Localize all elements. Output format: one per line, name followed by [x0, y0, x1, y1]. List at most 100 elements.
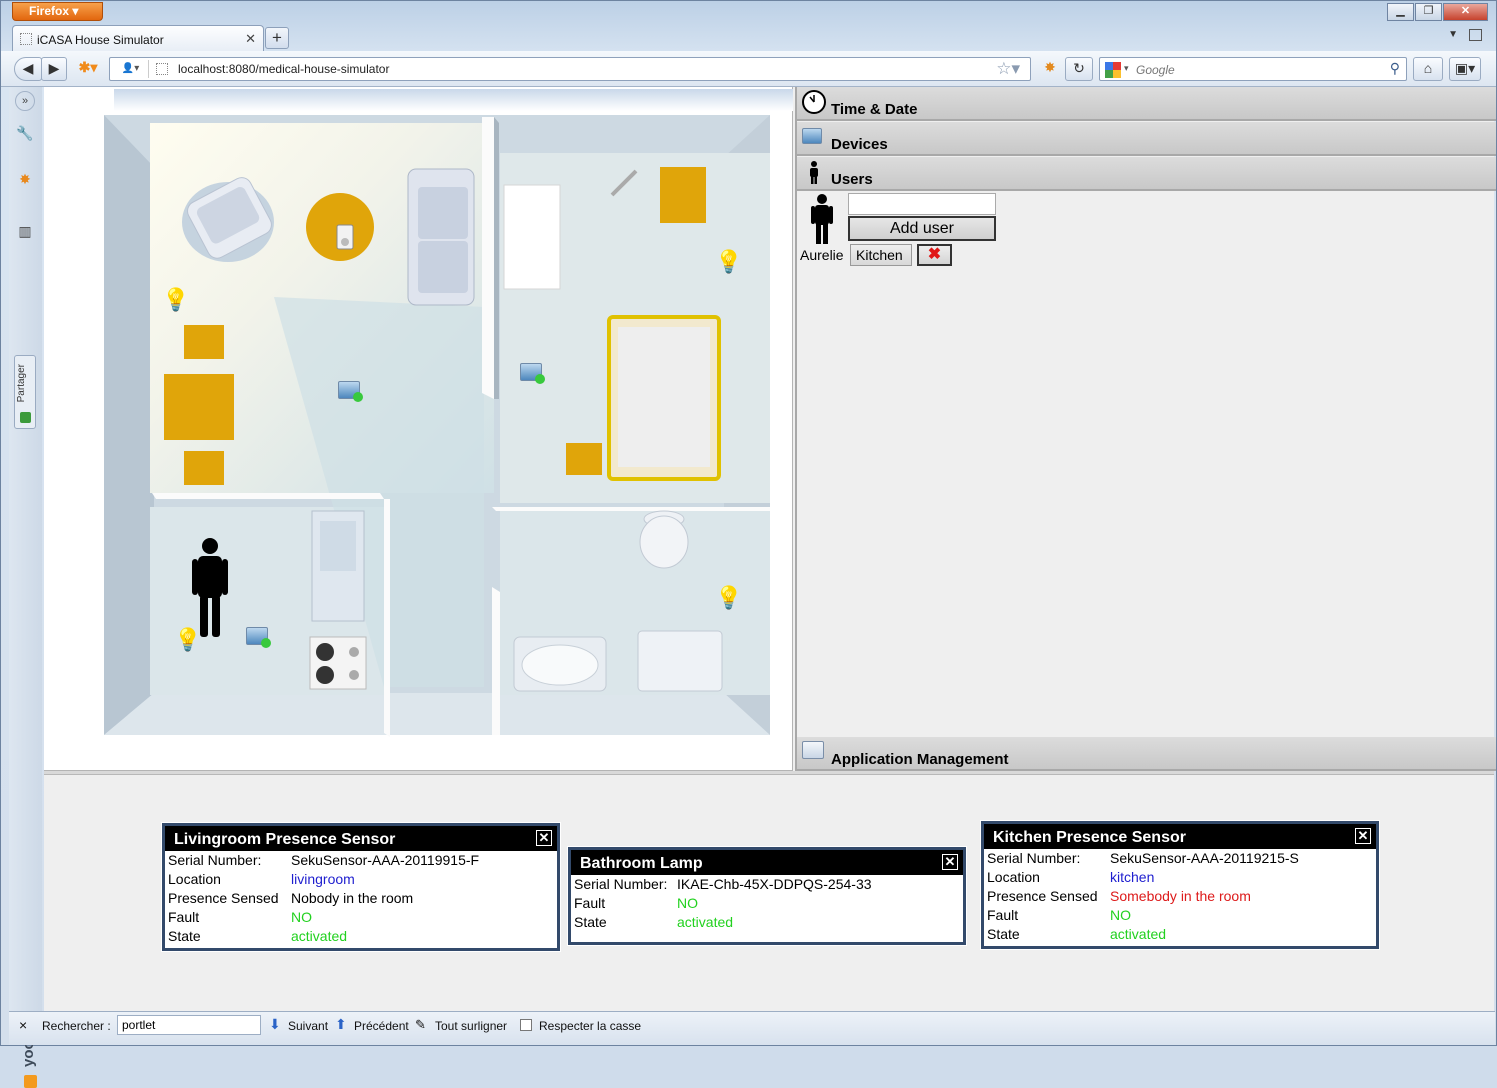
- accordion-users[interactable]: Users: [797, 157, 1496, 191]
- yoono-sidebar: » 🔧 ✸ ▥ Partager yoono: [9, 87, 42, 1088]
- new-user-input[interactable]: [848, 193, 996, 215]
- identity-button[interactable]: 👤▾: [113, 60, 149, 78]
- livingroom-sensor-popup: Livingroom Presence Sensor ✕ Serial Numb…: [161, 822, 561, 952]
- person-icon: [811, 194, 833, 244]
- match-case-checkbox[interactable]: [520, 1019, 532, 1031]
- forward-arrow-icon[interactable]: ▶: [41, 57, 67, 81]
- tab-bar: iCASA House Simulator ✕ + ▼: [1, 24, 1496, 51]
- device-icon[interactable]: [246, 627, 271, 648]
- section-title-time: Time & Date: [831, 101, 918, 118]
- row-key: Fault: [574, 895, 606, 911]
- row-value: activated: [1110, 926, 1167, 942]
- panel-toggle-icon[interactable]: ▥: [13, 219, 37, 243]
- navigation-toolbar: ◀ ▶ ✱▾ 👤▾ localhost:8080/medical-house-s…: [1, 51, 1496, 87]
- close-tab-icon[interactable]: ✕: [245, 31, 256, 47]
- up-arrow-icon[interactable]: ⬆: [335, 1016, 347, 1033]
- device-icon: [802, 128, 822, 144]
- close-popup-icon[interactable]: ✕: [942, 854, 958, 870]
- home-icon[interactable]: ⌂: [1413, 57, 1443, 81]
- close-popup-icon[interactable]: ✕: [536, 830, 552, 846]
- lightbulb-icon[interactable]: 💡: [715, 249, 742, 275]
- tab-icasa[interactable]: iCASA House Simulator ✕: [12, 25, 264, 51]
- close-popup-icon[interactable]: ✕: [1355, 828, 1371, 844]
- engine-dropdown-icon[interactable]: ▾: [1124, 63, 1129, 74]
- star-icon[interactable]: ☆▾: [996, 59, 1020, 79]
- row-key: Location: [987, 869, 1040, 885]
- lightbulb-icon[interactable]: 💡: [715, 585, 742, 611]
- wrench-icon[interactable]: 🔧: [13, 121, 37, 145]
- splitter[interactable]: [44, 771, 1494, 775]
- user-location-select[interactable]: Kitchen: [850, 244, 912, 266]
- add-user-button[interactable]: Add user: [848, 216, 996, 241]
- accordion-application-management[interactable]: Application Management: [797, 737, 1496, 771]
- find-input[interactable]: portlet: [117, 1015, 261, 1035]
- maximize-button[interactable]: ❐: [1415, 3, 1442, 21]
- popup-row: Fault NO: [984, 906, 1376, 925]
- yoono-star-icon[interactable]: ✸: [13, 167, 37, 191]
- row-key: Serial Number:: [574, 876, 668, 892]
- row-value: NO: [1110, 907, 1131, 923]
- close-find-icon[interactable]: ×: [19, 1017, 27, 1033]
- accordion-devices[interactable]: Devices: [797, 122, 1496, 156]
- firefox-menu-button[interactable]: Firefox ▾: [12, 2, 103, 21]
- find-bar: × Rechercher : portlet ⬇ Suivant ⬆ Précé…: [9, 1011, 1495, 1045]
- device-icon[interactable]: [338, 381, 363, 402]
- section-title-devices: Devices: [831, 136, 888, 153]
- down-arrow-icon[interactable]: ⬇: [269, 1016, 281, 1033]
- row-value: Somebody in the room: [1110, 888, 1251, 904]
- kitchen-sensor-popup: Kitchen Presence Sensor ✕ Serial Number:…: [980, 820, 1380, 950]
- row-key: Serial Number:: [168, 852, 262, 868]
- back-arrow-icon[interactable]: ◀: [14, 57, 42, 81]
- popup-row: State activated: [165, 927, 557, 946]
- magnifier-icon[interactable]: ⚲: [1390, 60, 1400, 77]
- row-value: livingroom: [291, 871, 355, 887]
- url-favicon-icon: [156, 63, 168, 75]
- section-title-users: Users: [831, 171, 873, 188]
- accordion-time-date[interactable]: Time & Date: [797, 87, 1496, 121]
- expand-sidebar-icon[interactable]: »: [15, 91, 35, 111]
- url-text[interactable]: localhost:8080/medical-house-simulator: [178, 62, 389, 76]
- control-panel: Time & Date Devices Users Add user Aurel…: [795, 87, 1496, 771]
- bookmark-addon-icon[interactable]: ✸: [1038, 57, 1062, 81]
- popup-title: Livingroom Presence Sensor: [174, 831, 396, 848]
- device-icon[interactable]: [520, 363, 545, 384]
- minimize-button[interactable]: ▁: [1387, 3, 1414, 21]
- popup-header: Livingroom Presence Sensor ✕: [165, 826, 557, 851]
- bookmarks-menu-icon[interactable]: ▣▾: [1449, 57, 1481, 81]
- row-key: State: [987, 926, 1020, 942]
- tab-groups-icon[interactable]: [1469, 29, 1482, 41]
- add-user-label: Add user: [889, 220, 955, 237]
- close-window-button[interactable]: ✕: [1443, 3, 1488, 21]
- google-engine-icon[interactable]: [1105, 62, 1121, 78]
- popup-row: State activated: [984, 925, 1376, 944]
- find-next-button[interactable]: Suivant: [288, 1019, 328, 1033]
- search-box[interactable]: ▾ Google ⚲: [1099, 57, 1407, 81]
- row-key: Serial Number:: [987, 850, 1081, 866]
- reload-icon[interactable]: ↻: [1065, 57, 1093, 81]
- row-key: State: [168, 928, 201, 944]
- yoono-toolbar-icon[interactable]: ✱▾: [72, 57, 104, 81]
- person-icon[interactable]: [190, 537, 230, 637]
- row-value: Nobody in the room: [291, 890, 414, 906]
- highlight-all-button[interactable]: Tout surligner: [435, 1019, 507, 1033]
- application-icon: [802, 741, 824, 759]
- lightbulb-icon[interactable]: 💡: [162, 287, 189, 313]
- highlighter-icon[interactable]: ✎: [415, 1017, 426, 1033]
- user-location-value: Kitchen: [856, 247, 903, 263]
- delete-user-button[interactable]: ✖: [917, 244, 952, 266]
- popup-title: Bathroom Lamp: [580, 855, 703, 872]
- row-value: NO: [677, 895, 698, 911]
- share-label: Partager: [16, 364, 27, 403]
- row-value: activated: [291, 928, 348, 944]
- match-case-label[interactable]: Respecter la casse: [539, 1019, 641, 1033]
- firefox-menu-label: Firefox: [29, 4, 70, 18]
- lightbulb-icon[interactable]: 💡: [174, 627, 201, 653]
- find-previous-button[interactable]: Précédent: [354, 1019, 409, 1033]
- row-key: Fault: [168, 909, 200, 925]
- tab-list-chevron-icon[interactable]: ▼: [1448, 29, 1458, 40]
- popup-header: Bathroom Lamp ✕: [571, 850, 963, 875]
- url-bar[interactable]: 👤▾ localhost:8080/medical-house-simulato…: [109, 57, 1031, 81]
- new-tab-button[interactable]: +: [265, 27, 289, 49]
- share-tab[interactable]: Partager: [14, 355, 36, 429]
- tab-title: iCASA House Simulator: [37, 33, 164, 47]
